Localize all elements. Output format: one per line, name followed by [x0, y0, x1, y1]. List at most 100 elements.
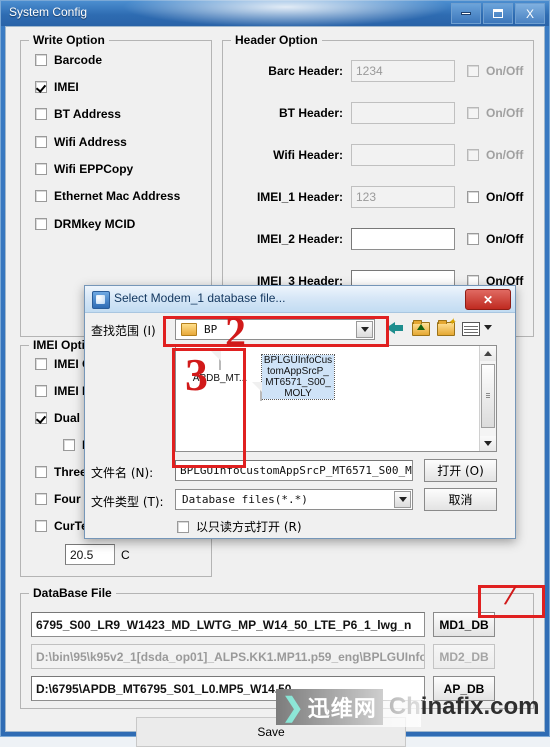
file-item-apdb[interactable]: APDB_MT...	[184, 351, 256, 384]
checkbox-wifi-eppcopy-label: Wifi EPPCopy	[54, 162, 134, 176]
barc-header-toggle-label: On/Off	[486, 64, 524, 78]
md1-db-path[interactable]: 6795_S00_LR9_W1423_MD_LWTG_MP_W14_50_LTE…	[31, 612, 425, 637]
scroll-down-button[interactable]	[480, 436, 496, 451]
imei1-header-toggle-label: On/Off	[486, 190, 524, 204]
imei2-header-toggle-box[interactable]	[467, 233, 479, 245]
dialog-close-icon: ✕	[482, 292, 494, 307]
filetype-value: Database files(*.*)	[182, 493, 308, 506]
checkbox-ethernet-mac-address-label: Ethernet Mac Address	[54, 189, 181, 203]
barc-header-toggle-box[interactable]	[467, 65, 479, 77]
open-button[interactable]: 打开 (O)	[424, 459, 497, 482]
scroll-up-button[interactable]	[480, 346, 496, 361]
checkbox-three-imei[interactable]: Three	[35, 465, 87, 479]
bt-header-toggle[interactable]: On/Off	[467, 106, 523, 120]
look-in-combo[interactable]: BP	[175, 319, 375, 340]
maximize-icon	[493, 9, 503, 18]
checkbox-drmkey-mcid-box[interactable]	[35, 218, 47, 230]
imei1-header-toggle[interactable]: On/Off	[467, 190, 523, 204]
checkbox-wifi-eppcopy-box[interactable]	[35, 163, 47, 175]
watermark-fade	[276, 687, 421, 727]
filename-input[interactable]: BPLGUInfoCustomAppSrcP_MT6571_S00_MOLY_	[175, 460, 413, 481]
up-folder-icon[interactable]	[411, 319, 430, 336]
imei2-header-input[interactable]	[351, 228, 455, 250]
checkbox-drmkey-mcid-label: DRMkey MCID	[54, 217, 136, 231]
checkbox-barcode[interactable]: Barcode	[35, 53, 102, 67]
checkbox-ethernet-mac-address-box[interactable]	[35, 190, 47, 202]
checkbox-four-imei[interactable]: Four I	[35, 492, 87, 506]
checkbox-four-imei-label: Four I	[54, 492, 88, 506]
file-icon	[260, 382, 262, 401]
checkbox-imei-l-box[interactable]	[35, 385, 47, 397]
bt-header-input[interactable]	[351, 102, 455, 124]
cancel-button[interactable]: 取消	[424, 488, 497, 511]
maximize-button[interactable]	[483, 3, 513, 24]
screen: System Config X Write Option Barcode IME…	[0, 0, 550, 747]
checkbox-imei-c-box[interactable]	[35, 358, 47, 370]
checkbox-barcode-box[interactable]	[35, 54, 47, 66]
checkbox-imei-c[interactable]: IMEI C	[35, 357, 91, 371]
window-title-bar: System Config X	[1, 0, 549, 27]
imei1-header-label: IMEI_1 Header:	[256, 190, 343, 204]
wifi-header-input[interactable]	[351, 144, 455, 166]
look-in-dropdown-arrow[interactable]	[356, 321, 373, 338]
readonly-checkbox[interactable]: 以只读方式打开 (R)	[177, 518, 302, 535]
barc-header-toggle[interactable]: On/Off	[467, 64, 523, 78]
checkbox-three-imei-box[interactable]	[35, 466, 47, 478]
filetype-dropdown-arrow[interactable]	[394, 491, 411, 508]
checkbox-dual-sub-box[interactable]	[63, 439, 75, 451]
temperature-input[interactable]: 20.5	[65, 544, 115, 565]
checkbox-drmkey-mcid[interactable]: DRMkey MCID	[35, 217, 135, 231]
checkbox-curtemp[interactable]: CurTe	[35, 519, 88, 533]
scrollbar-thumb[interactable]	[481, 364, 495, 428]
checkbox-dual-imei-label: Dual I	[54, 411, 87, 425]
look-in-value: BP	[204, 323, 218, 336]
checkbox-four-imei-box[interactable]	[35, 493, 47, 505]
write-option-legend: Write Option	[29, 33, 109, 47]
minimize-button[interactable]	[451, 3, 481, 24]
checkbox-curtemp-label: CurTe	[54, 519, 88, 533]
checkbox-bt-address[interactable]: BT Address	[35, 107, 121, 121]
checkbox-wifi-address-label: Wifi Address	[54, 135, 127, 149]
temperature-unit: C	[121, 548, 130, 562]
checkbox-curtemp-box[interactable]	[35, 520, 47, 532]
imei1-header-toggle-box[interactable]	[467, 191, 479, 203]
folder-icon	[181, 323, 197, 336]
checkbox-imei-box[interactable]	[35, 81, 47, 93]
checkbox-dual-imei[interactable]: Dual I	[35, 411, 87, 425]
wifi-header-toggle-box[interactable]	[467, 149, 479, 161]
new-folder-icon[interactable]: ✦	[436, 318, 456, 336]
look-in-label: 查找范围 (I)	[91, 324, 156, 338]
file-item-bplguinfo[interactable]: BPLGUInfoCustomAppSrcP_MT6571_S00_MOLY	[260, 352, 335, 401]
file-list[interactable]: APDB_MT... BPLGUInfoCustomAppSrcP_MT6571…	[175, 345, 497, 452]
cancel-button-label: 取消	[448, 493, 473, 507]
window-controls: X	[451, 3, 545, 24]
filetype-combo[interactable]: Database files(*.*)	[175, 489, 413, 510]
bt-header-toggle-box[interactable]	[467, 107, 479, 119]
checkbox-wifi-eppcopy[interactable]: Wifi EPPCopy	[35, 162, 133, 176]
file-list-scrollbar[interactable]	[479, 346, 496, 451]
barc-header-input[interactable]: 1234	[351, 60, 455, 82]
checkbox-wifi-address[interactable]: Wifi Address	[35, 135, 127, 149]
md1-db-button[interactable]: MD1_DB	[433, 612, 495, 637]
imei2-header-label: IMEI_2 Header:	[256, 232, 343, 246]
main-window: System Config X Write Option Barcode IME…	[0, 0, 550, 747]
views-chevron-down-icon[interactable]	[484, 325, 492, 330]
back-icon[interactable]	[386, 319, 405, 336]
checkbox-ethernet-mac-address[interactable]: Ethernet Mac Address	[35, 189, 180, 203]
dialog-close-button[interactable]: ✕	[465, 289, 511, 310]
views-icon[interactable]	[461, 319, 480, 336]
close-button[interactable]: X	[515, 3, 545, 24]
checkbox-imei[interactable]: IMEI	[35, 80, 79, 94]
checkbox-barcode-label: Barcode	[54, 53, 103, 67]
file-icon	[219, 351, 221, 370]
checkbox-imei-l[interactable]: IMEI L	[35, 384, 89, 398]
checkbox-wifi-address-box[interactable]	[35, 136, 47, 148]
wifi-header-toggle[interactable]: On/Off	[467, 148, 523, 162]
checkbox-dual-imei-box[interactable]	[35, 412, 47, 424]
checkbox-bt-address-box[interactable]	[35, 108, 47, 120]
readonly-checkbox-label: 以只读方式打开 (R)	[196, 520, 302, 534]
md2-db-path: D:\bin\95\k95v2_1[dsda_op01]_ALPS.KK1.MP…	[31, 644, 425, 669]
readonly-checkbox-box[interactable]	[177, 520, 189, 533]
imei2-header-toggle[interactable]: On/Off	[467, 232, 523, 246]
imei1-header-input[interactable]: 123	[351, 186, 455, 208]
